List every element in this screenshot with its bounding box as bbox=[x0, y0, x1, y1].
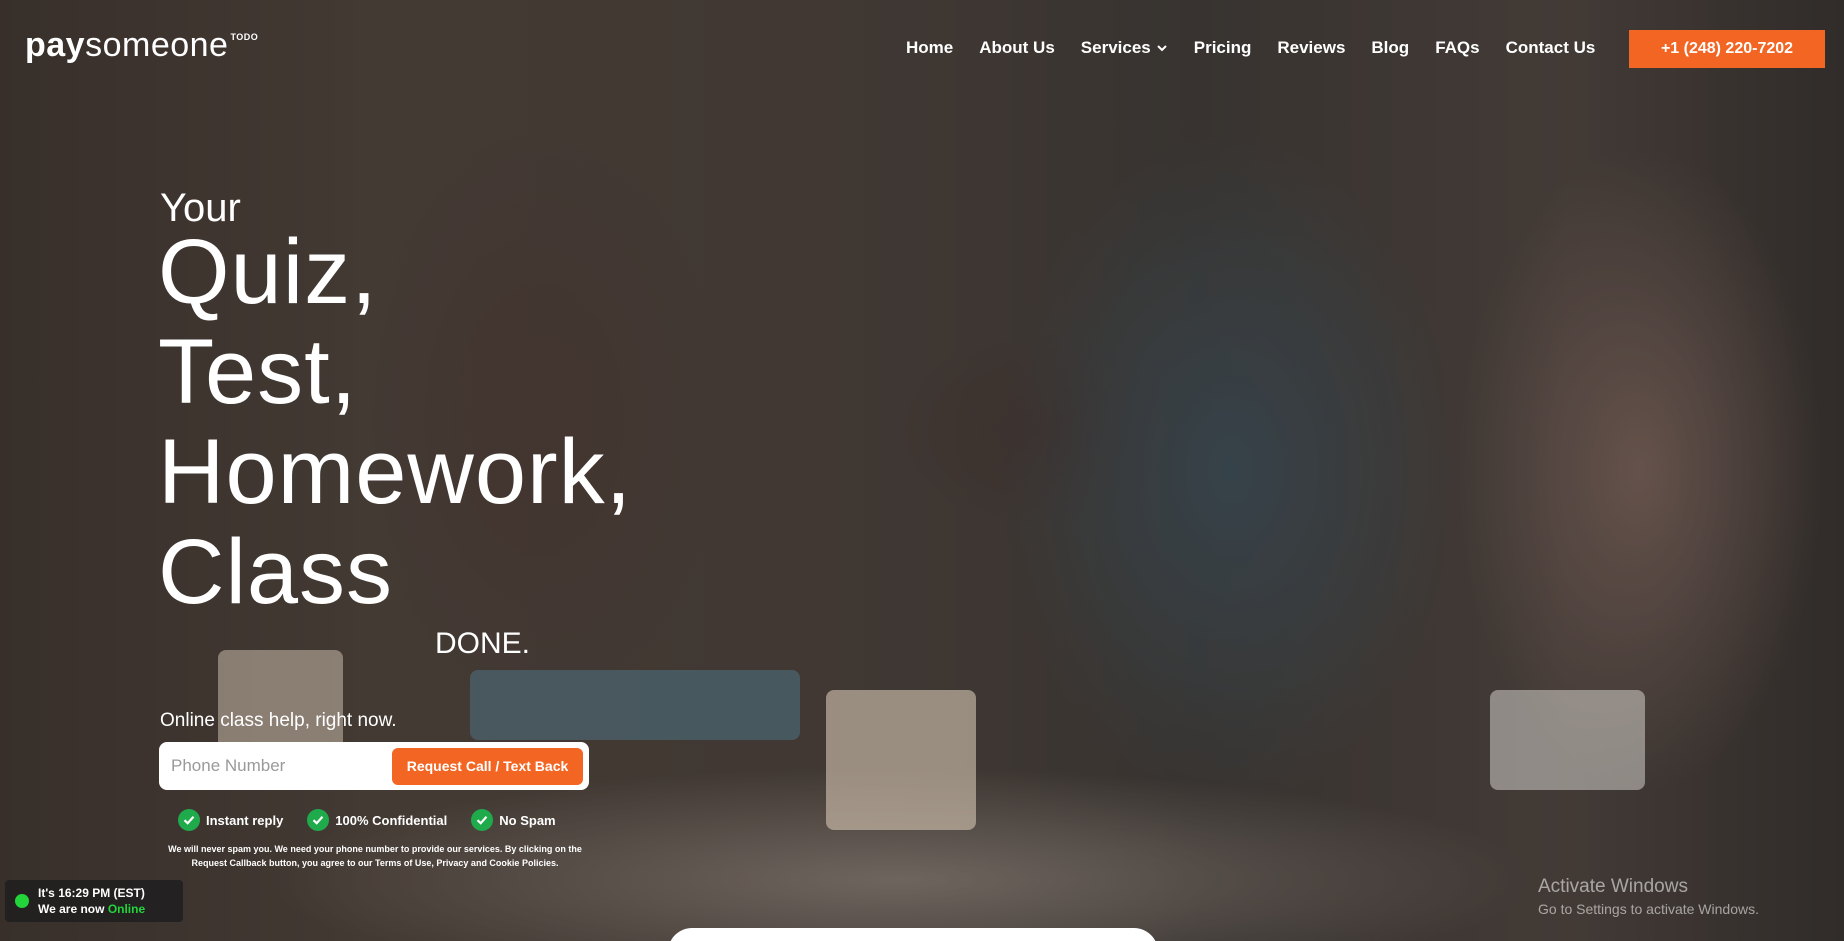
check-circle-icon bbox=[471, 809, 494, 831]
logo-bold-text: pay bbox=[25, 26, 86, 64]
request-callback-button[interactable]: Request Call / Text Back bbox=[392, 747, 583, 785]
status-now: We are now Online bbox=[38, 901, 145, 917]
privacy-disclaimer: We will never spam you. We need your pho… bbox=[168, 844, 582, 868]
badge-label: Instant reply bbox=[206, 812, 284, 828]
badge-instant-reply: Instant reply bbox=[178, 809, 283, 831]
nav-home[interactable]: Home bbox=[906, 38, 953, 58]
status-text: It's 16:29 PM (EST) We are now Online bbox=[38, 885, 145, 917]
nav-pricing-label: Pricing bbox=[1193, 38, 1252, 57]
logo-light-text: someone bbox=[85, 26, 229, 64]
hero-line-class: Class bbox=[158, 521, 394, 623]
nav-home-label: Home bbox=[906, 38, 954, 57]
status-time: It's 16:29 PM (EST) bbox=[38, 886, 145, 900]
badge-label: 100% Confidential bbox=[335, 812, 448, 828]
tablet bbox=[470, 670, 800, 740]
nav-services-label: Services bbox=[1080, 38, 1151, 57]
main-nav: Home About Us Services Pricing Reviews B… bbox=[906, 38, 1595, 58]
logo-sup-text: TODO bbox=[230, 32, 259, 42]
trust-badges: Instant reply 100% Confidential No Spam bbox=[178, 809, 580, 831]
nav-pricing[interactable]: Pricing bbox=[1194, 38, 1252, 58]
nav-blog-label: Blog bbox=[1371, 38, 1410, 57]
status-now-prefix: We are now bbox=[38, 902, 105, 916]
nav-services[interactable]: Services bbox=[1081, 38, 1168, 58]
nav-contact-us-label: Contact Us bbox=[1505, 38, 1596, 57]
watermark-title: Activate Windows bbox=[1538, 876, 1688, 897]
chevron-down-icon bbox=[1157, 45, 1167, 52]
site-logo[interactable]: pay someone TODO bbox=[25, 26, 258, 65]
online-status-widget[interactable]: It's 16:29 PM (EST) We are now Online bbox=[5, 880, 183, 922]
status-now-state: Online bbox=[107, 902, 146, 916]
hero-line-quiz: Quiz, bbox=[158, 221, 378, 323]
nav-about-us-label: About Us bbox=[979, 38, 1055, 57]
coffee-cup-center bbox=[826, 690, 976, 830]
call-phone-button[interactable]: +1 (248) 220-7202 bbox=[1629, 30, 1825, 68]
online-dot-icon bbox=[15, 894, 29, 908]
watermark-subtitle: Go to Settings to activate Windows. bbox=[1538, 901, 1759, 917]
phone-number-input[interactable] bbox=[171, 756, 392, 776]
nav-about-us[interactable]: About Us bbox=[979, 38, 1055, 58]
nav-faqs[interactable]: FAQs bbox=[1435, 38, 1479, 58]
hero-line-homework: Homework, bbox=[158, 421, 633, 523]
notepad bbox=[1490, 690, 1645, 790]
hero-line-test: Test, bbox=[158, 321, 358, 423]
badge-no-spam: No Spam bbox=[471, 809, 556, 831]
windows-activation-watermark: Activate Windows Go to Settings to activ… bbox=[1538, 876, 1759, 917]
badge-label: No Spam bbox=[499, 812, 556, 828]
nav-faqs-label: FAQs bbox=[1435, 38, 1480, 57]
nav-reviews-label: Reviews bbox=[1277, 38, 1346, 57]
badge-confidential: 100% Confidential bbox=[307, 809, 447, 831]
nav-contact-us[interactable]: Contact Us bbox=[1506, 38, 1596, 58]
callback-form: Request Call / Text Back bbox=[159, 742, 589, 790]
nav-reviews[interactable]: Reviews bbox=[1277, 38, 1345, 58]
check-circle-icon bbox=[178, 809, 200, 831]
hero-subline: Online class help, right now. bbox=[160, 710, 397, 731]
nav-blog[interactable]: Blog bbox=[1371, 38, 1409, 58]
next-section-card-edge bbox=[668, 928, 1158, 941]
check-circle-icon bbox=[307, 809, 330, 831]
hero-done: DONE. bbox=[435, 627, 531, 660]
